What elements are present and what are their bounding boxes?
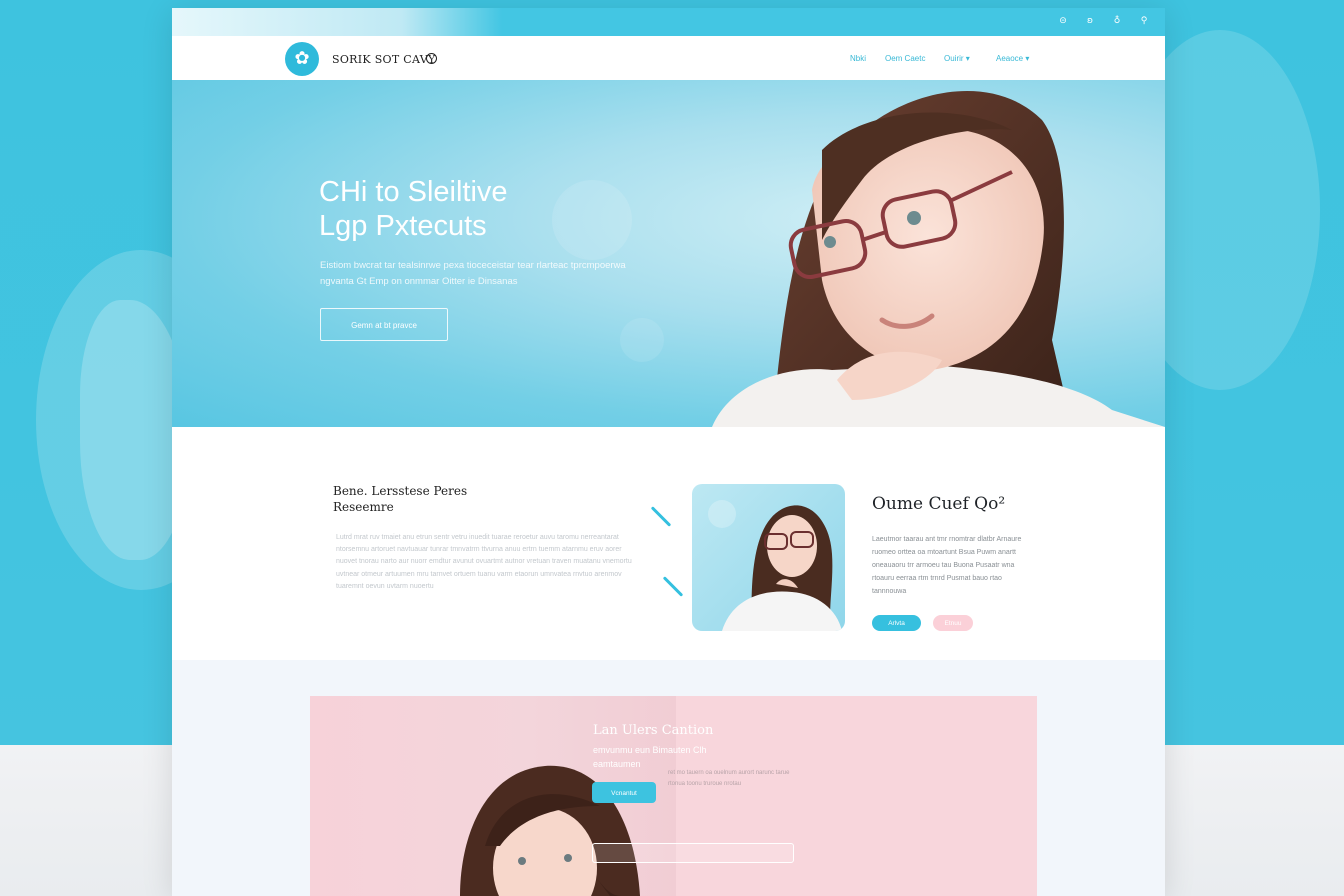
features-title: Bene. Lersstese Peres Reseemre — [333, 483, 467, 515]
hero-subtitle-line-2: ngvanta Gt Emp on onmmar Oitter ie Dinsa… — [320, 276, 518, 287]
logo-text[interactable]: SORIK SOT CAVY — [332, 53, 436, 66]
secondary-pill-button[interactable]: Etnuu — [933, 615, 973, 631]
features-title-line-1: Bene. Lersstese Peres — [333, 484, 468, 498]
promo-subtitle-line-1: emvunmu eun Bimauten Clh — [593, 745, 707, 755]
promo-small-text: ret mo tauern oa ouelnum aurort narunc t… — [668, 770, 790, 787]
features-section: Bene. Lersstese Peres Reseemre Lutrd mra… — [172, 427, 1165, 660]
features-body-text: Lutrd mrat ruv tmaiet anu etrun sentr ve… — [336, 534, 632, 590]
hero-title-line-1: CHi to Sleiltive — [319, 176, 508, 208]
logo-icon[interactable]: ✿ — [285, 42, 319, 76]
site-header: ✿ SORIK SOT CAVY Nbki Oem Caetc Ouirir ▾… — [172, 36, 1165, 80]
promo-subtitle: emvunmu eun Bimauten Clh eamtaumen — [593, 743, 763, 771]
magnifier-icon[interactable]: ⚲ — [1139, 16, 1149, 26]
portrait-thumbnail-image — [692, 484, 845, 631]
promo-panel — [676, 696, 1037, 896]
landing-page: ⊝ ʚ ♁ ⚲ ✿ SORIK SOT CAVY Nbki Oem Caetc … — [172, 8, 1165, 896]
decorative-line-bottom — [662, 576, 684, 597]
promo-input-field[interactable] — [592, 843, 794, 863]
bookmark-icon[interactable]: ʚ — [1085, 16, 1095, 26]
hero-title-line-2: Lgp Pxtecuts — [319, 210, 487, 242]
primary-pill-button[interactable]: Arlvta — [872, 615, 921, 631]
hero-cta-button[interactable]: Gemn at bt pravce — [320, 308, 448, 341]
share-icon[interactable]: ♁ — [1112, 16, 1122, 26]
features-description: Laeutmor taarau ant tmr rnomtrar dlatbr … — [872, 536, 1022, 595]
nav-item-4[interactable]: Aeaoce ▾ — [996, 54, 1029, 63]
hero-subtitle-line-1: Eistiom bwcrat tar tealsinrwe pexa tioce… — [320, 260, 626, 271]
decorative-line-top — [650, 506, 672, 527]
nav-item-2[interactable]: Oem Caetc — [885, 54, 925, 63]
search-icon[interactable]: ⊝ — [1058, 16, 1068, 26]
logo-ring-icon — [426, 53, 437, 64]
top-bar: ⊝ ʚ ♁ ⚲ — [172, 8, 1165, 36]
nav-item-1[interactable]: Nbki — [850, 54, 866, 63]
hero-subtitle: Eistiom bwcrat tar tealsinrwe pexa tioce… — [320, 258, 660, 290]
promo-title: Lan Ulers Cantion — [593, 723, 714, 738]
promo-button[interactable]: Vcnantut — [592, 782, 656, 803]
features-title-line-2: Reseemre — [333, 500, 394, 514]
promo-section: Lan Ulers Cantion emvunmu eun Bimauten C… — [172, 660, 1165, 896]
hero-section: CHi to Sleiltive Lgp Pxtecuts Eistiom bw… — [172, 80, 1165, 427]
hero-title: CHi to Sleiltive Lgp Pxtecuts — [319, 175, 619, 243]
features-heading: Oume Cuef Qo² — [872, 494, 1006, 514]
hero-portrait-image — [552, 91, 1165, 427]
nav-item-3[interactable]: Ouirir ▾ — [944, 54, 970, 63]
